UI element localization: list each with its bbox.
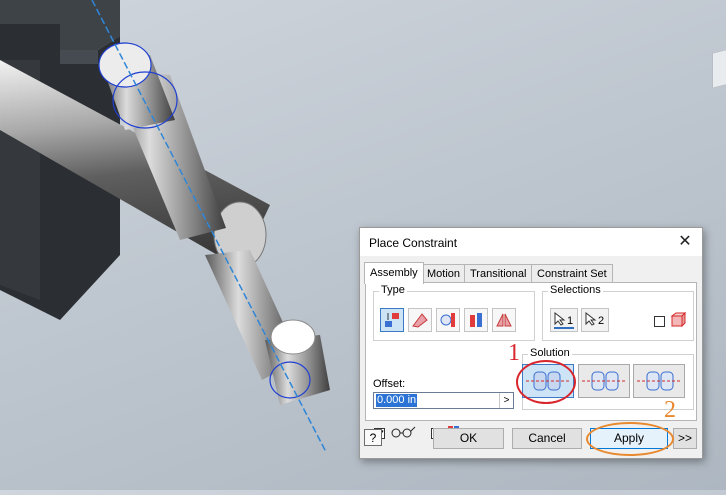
undirected-solution-icon bbox=[637, 371, 681, 391]
selection-1-label: 1 bbox=[567, 315, 574, 327]
tab-constraint-set[interactable]: Constraint Set bbox=[531, 264, 613, 283]
offset-input[interactable]: 0.000 in > bbox=[373, 392, 514, 409]
solution-group-label: Solution bbox=[528, 347, 572, 359]
place-constraint-dialog: Place Constraint ✕ Assembly Motion Trans… bbox=[359, 227, 703, 459]
dialog-titlebar[interactable]: Place Constraint ✕ bbox=[360, 228, 702, 256]
selection-2-label: 2 bbox=[598, 315, 605, 327]
tab-panel: Type Selections 1 2 Offset: 0.000 in > S… bbox=[365, 282, 697, 439]
type-group-label: Type bbox=[379, 284, 407, 296]
annotation-number-2: 2 bbox=[664, 397, 676, 423]
ok-button[interactable]: OK bbox=[433, 428, 504, 449]
annotation-number-1: 1 bbox=[508, 340, 520, 366]
tab-transitional[interactable]: Transitional bbox=[464, 264, 533, 283]
mate-constraint-icon bbox=[385, 313, 399, 327]
insert-constraint-icon bbox=[470, 313, 482, 327]
select-arrow-icon bbox=[585, 312, 597, 326]
undirected-solution-button[interactable] bbox=[633, 364, 685, 398]
link-arm bbox=[98, 42, 330, 405]
dialog-title: Place Constraint bbox=[369, 236, 458, 250]
flush-solution-button[interactable] bbox=[578, 364, 630, 398]
selections-group: Selections 1 2 bbox=[542, 284, 694, 341]
flush-solution-icon bbox=[582, 371, 626, 391]
viewcube[interactable] bbox=[712, 47, 726, 89]
selection-1-button[interactable]: 1 bbox=[550, 308, 578, 332]
chevron-right-icon[interactable]: > bbox=[499, 393, 513, 408]
angle-constraint-icon bbox=[412, 313, 428, 328]
more-button[interactable]: >> bbox=[673, 428, 697, 449]
tab-motion[interactable]: Motion bbox=[421, 264, 467, 283]
help-button[interactable]: ? bbox=[364, 429, 382, 446]
mate-constraint-button[interactable] bbox=[380, 308, 404, 332]
selection-1-indicator bbox=[554, 327, 574, 329]
insert-constraint-button[interactable] bbox=[464, 308, 488, 332]
offset-label: Offset: bbox=[373, 378, 406, 390]
mate-solution-icon bbox=[526, 371, 570, 391]
type-group: Type bbox=[373, 284, 535, 341]
selection-2-button[interactable]: 2 bbox=[581, 308, 609, 332]
tangent-constraint-icon bbox=[440, 313, 455, 327]
glasses-icon bbox=[391, 426, 416, 438]
angle-constraint-button[interactable] bbox=[408, 308, 432, 332]
close-icon[interactable]: ✕ bbox=[676, 233, 694, 251]
tab-assembly[interactable]: Assembly bbox=[364, 262, 424, 284]
selections-group-label: Selections bbox=[548, 284, 603, 296]
pick-part-first-checkbox[interactable] bbox=[654, 316, 665, 327]
axis-line bbox=[91, 0, 327, 453]
offset-value: 0.000 in bbox=[376, 394, 418, 407]
pick-part-first-icon bbox=[670, 312, 686, 328]
symmetry-constraint-button[interactable] bbox=[492, 308, 516, 332]
cancel-button[interactable]: Cancel bbox=[512, 428, 582, 449]
tangent-constraint-button[interactable] bbox=[436, 308, 460, 332]
select-arrow-icon bbox=[554, 312, 566, 326]
apply-button[interactable]: Apply bbox=[590, 428, 668, 449]
mate-solution-button[interactable] bbox=[522, 364, 574, 398]
symmetry-constraint-icon bbox=[496, 313, 512, 327]
